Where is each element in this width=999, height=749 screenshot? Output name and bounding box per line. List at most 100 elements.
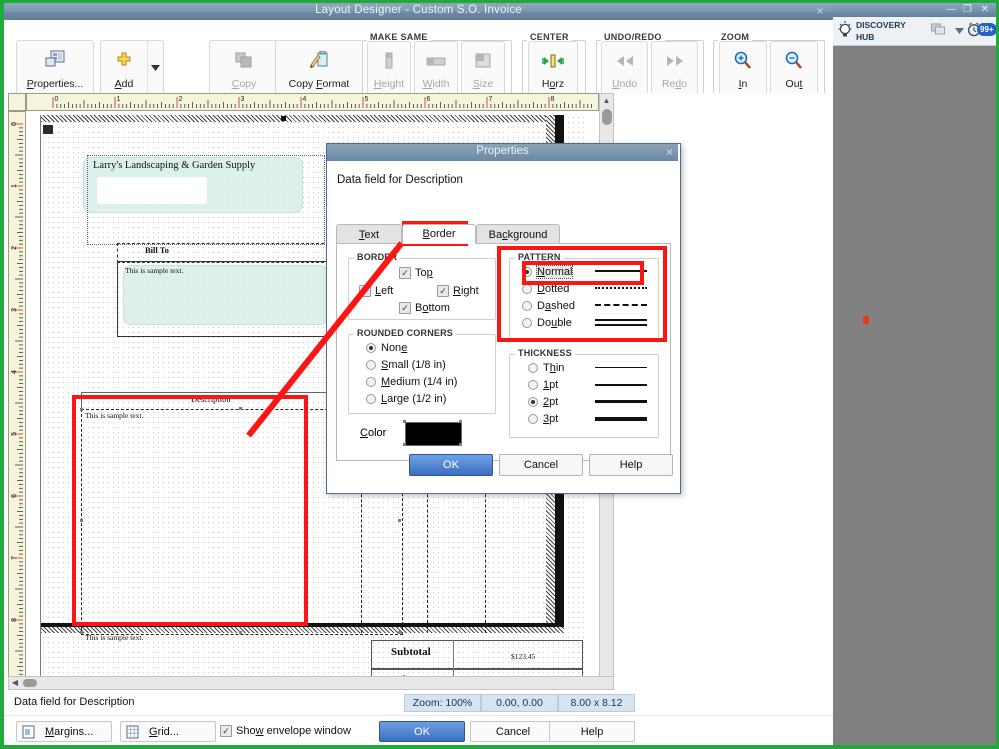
- size-indicator: 8.00 x 8.12: [558, 694, 635, 712]
- margins-button-label: Margins...: [45, 726, 93, 738]
- copy-format-button-label: Copy Format: [289, 78, 350, 90]
- undo-button[interactable]: Undo: [601, 41, 648, 95]
- thickness-2pt-radio[interactable]: 2pt: [528, 396, 558, 408]
- width-icon: [415, 42, 457, 79]
- properties-button[interactable]: Properties...: [16, 40, 94, 96]
- rounded-large-radio[interactable]: Large (1/2 in): [366, 393, 446, 405]
- discovery-hub-button[interactable]: DISCOVERY HUB: [837, 19, 919, 43]
- center-horz-button[interactable]: Horz: [528, 41, 578, 95]
- thickness-2pt-preview: [595, 400, 647, 413]
- window-title-bar: Layout Designer - Custom S.O. Invoice ×: [4, 3, 833, 20]
- zoom-in-button[interactable]: In: [719, 41, 767, 95]
- window-close-icon[interactable]: ×: [813, 4, 827, 18]
- zoom-out-icon: [771, 42, 817, 79]
- copy-button[interactable]: Copy: [209, 40, 279, 96]
- thickness-1pt-radio[interactable]: 1pt: [528, 379, 558, 391]
- dialog-bottom-bar: Margins... Grid... ✓ Show envelope windo…: [4, 715, 833, 745]
- coordinates-indicator: 0.00, 0.00: [481, 694, 558, 712]
- side-restore-icon[interactable]: ❐: [963, 3, 972, 17]
- color-swatch[interactable]: [405, 422, 462, 446]
- dialog-ok-button[interactable]: OK: [409, 454, 493, 476]
- show-envelope-checkbox[interactable]: ✓ Show envelope window: [220, 725, 351, 737]
- make-same-size-button[interactable]: Size: [461, 41, 505, 95]
- copy-format-button[interactable]: Copy Format: [275, 40, 363, 96]
- scroll-left-icon[interactable]: ◀: [9, 677, 21, 689]
- dialog-close-icon[interactable]: ×: [666, 145, 673, 159]
- add-button[interactable]: Add: [100, 40, 147, 96]
- rounded-small-radio-dot: [366, 360, 376, 370]
- make-same-height-button[interactable]: Height: [367, 41, 411, 95]
- zoom-out-button[interactable]: Out: [770, 41, 818, 95]
- horizontal-scrollbar-thumb[interactable]: [23, 679, 37, 687]
- rounded-medium-radio-dot: [366, 377, 376, 387]
- undo-button-label: Undo: [612, 79, 637, 90]
- ruler-corner: [8, 93, 26, 111]
- bottom-ok-button[interactable]: OK: [379, 721, 465, 742]
- size-icon: [462, 42, 504, 79]
- status-bar: Data field for Description Zoom: 100% 0.…: [4, 693, 833, 715]
- rounded-small-label: Small (1/8 in): [381, 359, 446, 371]
- svg-text:5: 5: [365, 96, 369, 103]
- make-same-size-label: Size: [473, 79, 493, 90]
- grid-button[interactable]: Grid...: [120, 721, 216, 742]
- pattern-dotted-radio[interactable]: Dotted: [522, 283, 569, 295]
- add-dropdown-arrow[interactable]: [147, 40, 164, 96]
- pattern-dashed-label: Dashed: [537, 300, 575, 312]
- scroll-up-icon[interactable]: ▲: [600, 94, 613, 107]
- center-horz-label: Horz: [542, 79, 564, 90]
- thickness-3pt-preview: [595, 417, 647, 431]
- border-left-checkbox[interactable]: ✓ Left: [359, 285, 393, 297]
- border-top-checkbox[interactable]: ✓ Top: [399, 267, 433, 279]
- thickness-fieldset: THICKNESS Thin 1pt 2pt: [509, 354, 659, 438]
- thickness-3pt-label: 3pt: [543, 413, 558, 425]
- dialog-help-button[interactable]: Help: [589, 454, 673, 476]
- properties-dialog: Properties × Data field for Description …: [326, 143, 681, 494]
- tab-text[interactable]: Text: [336, 224, 402, 244]
- rounded-small-radio[interactable]: Small (1/8 in): [366, 359, 446, 371]
- thickness-3pt-radio[interactable]: 3pt: [528, 413, 558, 425]
- pattern-fieldset: PATTERN Normal Dotted Dashed: [509, 258, 659, 342]
- dialog-cancel-button[interactable]: Cancel: [499, 454, 583, 476]
- pattern-normal-label: Normal: [537, 266, 572, 278]
- bill-to-sample-text: This is sample text.: [125, 266, 183, 275]
- feedback-button[interactable]: [923, 19, 953, 43]
- redo-button[interactable]: Redo: [651, 41, 698, 95]
- pattern-dashed-radio-dot: [522, 301, 532, 311]
- undo-redo-group: UNDO/REDO Undo Redo: [596, 40, 704, 98]
- show-envelope-label: Show envelope window: [236, 725, 351, 737]
- rounded-none-radio[interactable]: None: [366, 342, 407, 354]
- rounded-medium-radio[interactable]: Medium (1/4 in): [366, 376, 457, 388]
- make-same-width-button[interactable]: Width: [414, 41, 458, 95]
- tab-background-label: Background: [489, 229, 548, 241]
- rounded-none-label: None: [381, 342, 407, 354]
- side-window-title-bar: — ❐ ✕: [833, 3, 996, 17]
- bottom-help-button[interactable]: Help: [549, 721, 635, 742]
- svg-text:6: 6: [427, 96, 431, 103]
- canvas-horizontal-scrollbar[interactable]: ◀: [8, 676, 614, 690]
- bottom-cancel-button[interactable]: Cancel: [470, 721, 556, 742]
- side-close-icon[interactable]: ✕: [981, 3, 989, 17]
- rounded-large-radio-dot: [366, 394, 376, 404]
- border-right-checkbox[interactable]: ✓ Right: [437, 285, 479, 297]
- border-right-checkbox-box: ✓: [437, 285, 449, 297]
- horizontal-ruler-ticks: 012345678: [27, 94, 598, 110]
- vertical-scrollbar-thumb[interactable]: [602, 109, 612, 125]
- center-group: CENTER Horz: [522, 40, 586, 98]
- make-same-height-label: Height: [374, 79, 404, 90]
- vertical-ruler: 0123456789: [8, 111, 26, 689]
- pattern-double-radio-dot: [522, 318, 532, 328]
- tab-border[interactable]: Border: [402, 224, 476, 244]
- pattern-normal-radio[interactable]: Normal: [522, 266, 572, 278]
- thickness-thin-radio[interactable]: Thin: [528, 362, 564, 374]
- border-top-checkbox-box: ✓: [399, 267, 411, 279]
- side-minimize-icon[interactable]: —: [946, 3, 956, 17]
- toolbar-ribbon: Properties... Add Copy: [4, 20, 833, 92]
- border-bottom-checkbox[interactable]: ✓ Bottom: [399, 302, 450, 314]
- pattern-double-radio[interactable]: Double: [522, 317, 572, 329]
- pattern-dashed-radio[interactable]: Dashed: [522, 300, 575, 312]
- feedback-dropdown-arrow[interactable]: [951, 19, 967, 43]
- margins-button[interactable]: Margins...: [16, 721, 112, 742]
- tab-background[interactable]: Background: [476, 224, 560, 244]
- chevron-down-icon: [151, 65, 160, 71]
- thickness-thin-preview: [595, 367, 647, 378]
